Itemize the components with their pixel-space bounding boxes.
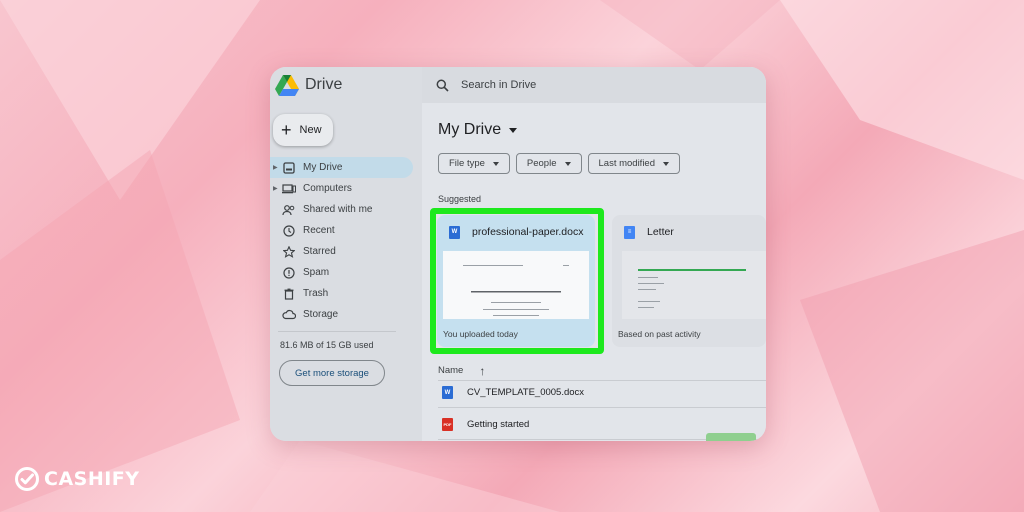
drive-logo-icon [275,75,299,96]
cashify-wordmark: CASHIFY [44,468,140,490]
sidebar-item-label: My Drive [303,162,343,173]
chevron-down-icon[interactable] [509,127,518,133]
name-column-header[interactable]: Name [438,365,463,376]
sidebar-item-label: Shared with me [303,204,373,215]
card-reason: You uploaded today [443,329,518,339]
expand-caret-icon[interactable]: ▶ [273,164,278,171]
search-icon[interactable] [436,79,449,92]
word-doc-icon: W [449,225,460,239]
document-preview [622,251,766,319]
expand-caret-icon[interactable]: ▶ [273,185,278,192]
sidebar-item-label: Trash [303,288,329,299]
sidebar-item-label: Starred [303,246,336,257]
plus-icon: + [281,120,292,140]
file-name: CV_TEMPLATE_0005.docx [467,387,585,398]
filter-file-type[interactable]: File type [438,153,510,174]
sidebar-item-my-drive[interactable]: ▶ My Drive [270,157,413,178]
get-more-storage-button[interactable]: Get more storage [279,360,385,386]
page-title[interactable]: My Drive [438,121,518,139]
filter-last-modified[interactable]: Last modified [587,153,681,174]
suggested-file-card[interactable]: W professional-paper.docx You uploaded t… [437,215,595,347]
spam-icon [282,266,296,280]
sidebar-item-recent[interactable]: Recent [270,220,422,241]
table-row[interactable]: W CV_TEMPLATE_0005.docx [438,378,766,408]
storage-divider [278,331,396,332]
corner-badge [706,433,756,441]
trash-icon [282,287,296,301]
star-icon [282,245,296,259]
filter-label: File type [449,158,485,169]
new-button-label: New [299,124,322,136]
pdf-icon: PDF [442,418,453,431]
sidebar-item-storage[interactable]: Storage [270,304,422,325]
cashify-watermark: CASHIFY [14,466,140,492]
sidebar-item-label: Computers [303,183,352,194]
sidebar-item-computers[interactable]: ▶ Computers [270,178,422,199]
cloud-icon [282,308,296,322]
search-bar[interactable]: Search in Drive [422,67,766,103]
card-header: ≡ Letter [612,215,766,249]
sidebar-item-spam[interactable]: Spam [270,262,422,283]
dropdown-arrow-icon [564,161,571,166]
filter-label: People [526,158,557,169]
sidebar-item-starred[interactable]: Starred [270,241,422,262]
computers-icon [282,182,296,196]
filter-chips: File type People Last modified [438,153,681,174]
card-file-name: professional-paper.docx [472,226,584,238]
sidebar-nav: ▶ My Drive ▶ Computers Shared with me Re… [270,157,422,325]
dropdown-arrow-icon [663,161,670,166]
word-doc-icon: W [442,386,453,399]
storage-used-text: 81.6 MB of 15 GB used [280,340,374,350]
sort-arrow-up-icon[interactable]: ↑ [479,365,485,377]
sidebar-item-label: Storage [303,309,339,320]
sidebar-item-label: Spam [303,267,330,278]
cashify-logo-icon [15,467,39,491]
app-title: Drive [305,76,343,93]
suggested-label: Suggested [438,194,482,204]
sidebar-item-label: Recent [303,225,335,236]
page-title-text: My Drive [438,121,502,138]
drive-window: Drive + New ▶ My Drive ▶ Computers Share… [270,67,766,441]
sidebar: Drive + New ▶ My Drive ▶ Computers Share… [270,67,422,441]
dropdown-arrow-icon [492,161,499,166]
main-content: Search in Drive My Drive File type Peopl… [422,67,766,441]
filter-label: Last modified [598,158,656,169]
card-header: W professional-paper.docx [437,215,595,249]
sidebar-item-shared[interactable]: Shared with me [270,199,422,220]
shared-icon [282,203,296,217]
sidebar-item-trash[interactable]: Trash [270,283,422,304]
google-doc-icon: ≡ [624,225,635,239]
file-name: Getting started [467,419,530,430]
suggested-file-card[interactable]: ≡ Letter Based on past activity [612,215,766,347]
card-reason: Based on past activity [618,329,701,339]
filter-people[interactable]: People [515,153,582,174]
new-button[interactable]: + New [273,114,333,146]
card-file-name: Letter [647,226,674,238]
search-input[interactable]: Search in Drive [461,79,536,91]
document-preview [443,251,589,319]
my-drive-icon [282,161,296,175]
clock-icon [282,224,296,238]
